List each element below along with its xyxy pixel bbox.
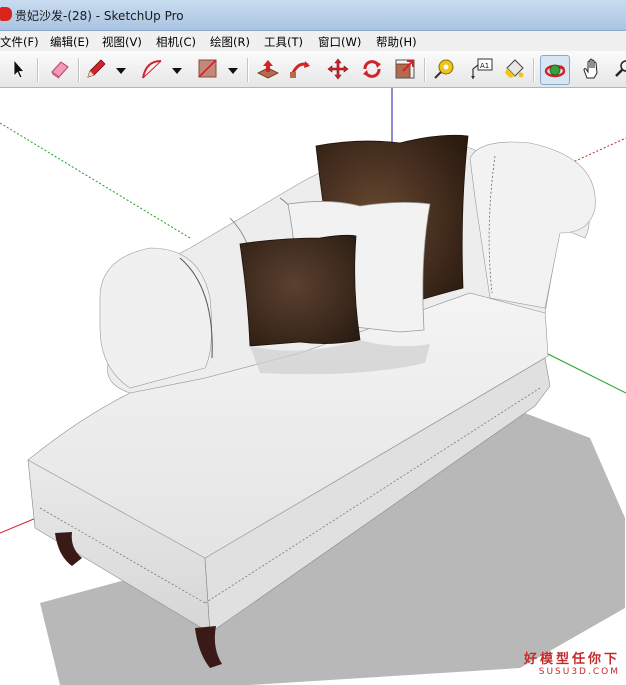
rotate-icon[interactable] <box>360 57 384 81</box>
watermark: 好模型任你下 SUSU3D.COM <box>524 648 620 677</box>
text-tool-label: A1 <box>480 62 489 70</box>
pencil-dropdown-icon[interactable] <box>115 62 127 74</box>
arc-dropdown-icon[interactable] <box>171 62 183 74</box>
menu-bar: 文件(F) 编辑(E) 视图(V) 相机(C) 绘图(R) 工具(T) 窗口(W… <box>0 31 626 51</box>
pan-icon[interactable] <box>580 57 604 81</box>
scale-icon[interactable] <box>393 57 417 81</box>
toolbar-separator <box>424 58 426 82</box>
arc-icon[interactable] <box>140 57 164 81</box>
menu-window[interactable]: 窗口(W) <box>318 34 361 50</box>
chaise-lounge-model <box>0 88 626 685</box>
follow-me-icon[interactable] <box>288 57 312 81</box>
green-axis-dotted <box>0 122 191 239</box>
menu-help[interactable]: 帮助(H) <box>376 34 417 50</box>
orbit-icon[interactable] <box>540 55 570 85</box>
eraser-icon[interactable] <box>48 57 72 81</box>
model-viewport[interactable]: 好模型任你下 SUSU3D.COM <box>0 88 626 685</box>
menu-camera[interactable]: 相机(C) <box>156 34 196 50</box>
tape-measure-icon[interactable] <box>433 57 457 81</box>
toolbar-separator <box>37 58 39 82</box>
move-icon[interactable] <box>326 57 350 81</box>
select-icon[interactable] <box>6 57 30 81</box>
pencil-icon[interactable] <box>84 57 108 81</box>
toolbar-separator <box>78 58 80 82</box>
window-title: 贵妃沙发-(28) - SketchUp Pro <box>15 9 184 23</box>
green-axis <box>539 349 626 394</box>
right-arm-roll <box>469 141 596 309</box>
left-arm-roll <box>99 247 212 389</box>
text-icon[interactable]: A1 <box>470 57 494 81</box>
sketchup-app-icon[interactable] <box>0 7 12 21</box>
menu-view[interactable]: 视图(V) <box>102 34 142 50</box>
toolbar-separator <box>247 58 249 82</box>
menu-draw[interactable]: 绘图(R) <box>210 34 250 50</box>
rectangle-dropdown-icon[interactable] <box>227 62 239 74</box>
zoom-icon[interactable] <box>610 57 626 81</box>
push-pull-icon[interactable] <box>256 57 280 81</box>
menu-file[interactable]: 文件(F) <box>0 34 39 50</box>
watermark-chinese: 好模型任你下 <box>523 652 620 667</box>
rectangle-icon[interactable] <box>196 57 220 81</box>
menu-edit[interactable]: 编辑(E) <box>50 34 89 50</box>
menu-tools[interactable]: 工具(T) <box>264 34 303 50</box>
main-toolbar: A1 <box>0 51 626 88</box>
title-bar: 贵妃沙发-(28) - SketchUp Pro <box>0 0 626 31</box>
watermark-url: SUSU3D.COM <box>538 667 620 677</box>
toolbar-separator <box>533 58 535 82</box>
paint-bucket-icon[interactable] <box>502 57 526 81</box>
front-brown-pillow <box>239 234 361 347</box>
